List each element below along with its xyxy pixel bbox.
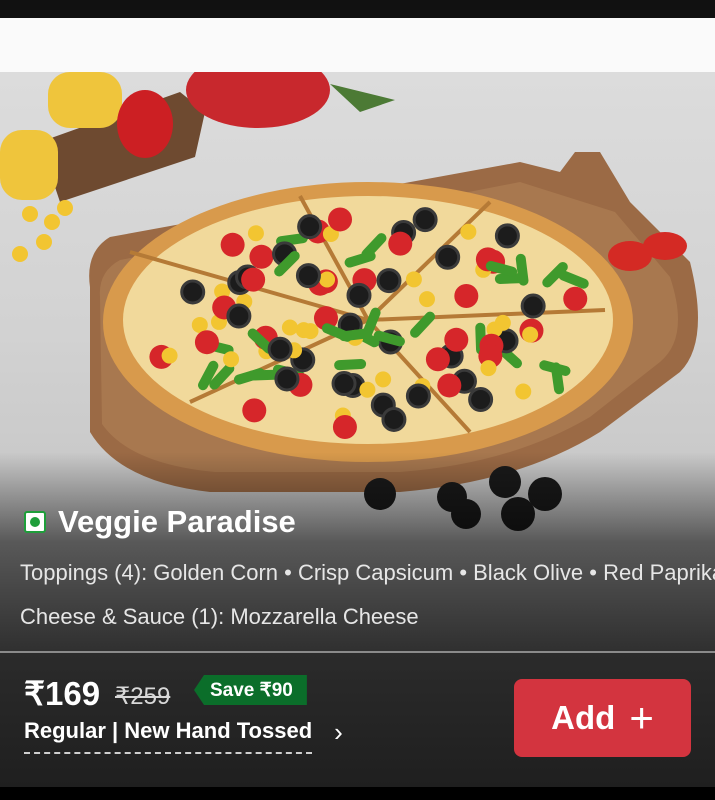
size-crust-label: Regular | New Hand Tossed	[24, 718, 313, 754]
plus-icon: +	[629, 694, 654, 741]
savings-badge: Save ₹90	[194, 675, 307, 705]
add-button-label: Add	[551, 699, 616, 736]
product-title: Veggie Paradise	[58, 504, 296, 539]
original-price: ₹259	[115, 683, 171, 710]
size-crust-selector[interactable]: Regular | New Hand Tossed ›	[24, 716, 343, 754]
cheese-sauce-list: Cheese & Sauce (1): Mozzarella Cheese	[20, 604, 419, 629]
bottom-edge	[0, 787, 715, 800]
product-title-row: Veggie Paradise	[24, 504, 296, 540]
top-strip	[0, 18, 715, 72]
chevron-right-icon: ›	[334, 716, 343, 747]
current-price: ₹169	[24, 675, 101, 712]
veg-indicator-icon	[24, 511, 46, 533]
status-bar	[0, 0, 715, 18]
toppings-list: Toppings (4): Golden Corn • Crisp Capsic…	[20, 560, 715, 585]
add-to-cart-button[interactable]: Add +	[514, 679, 691, 757]
